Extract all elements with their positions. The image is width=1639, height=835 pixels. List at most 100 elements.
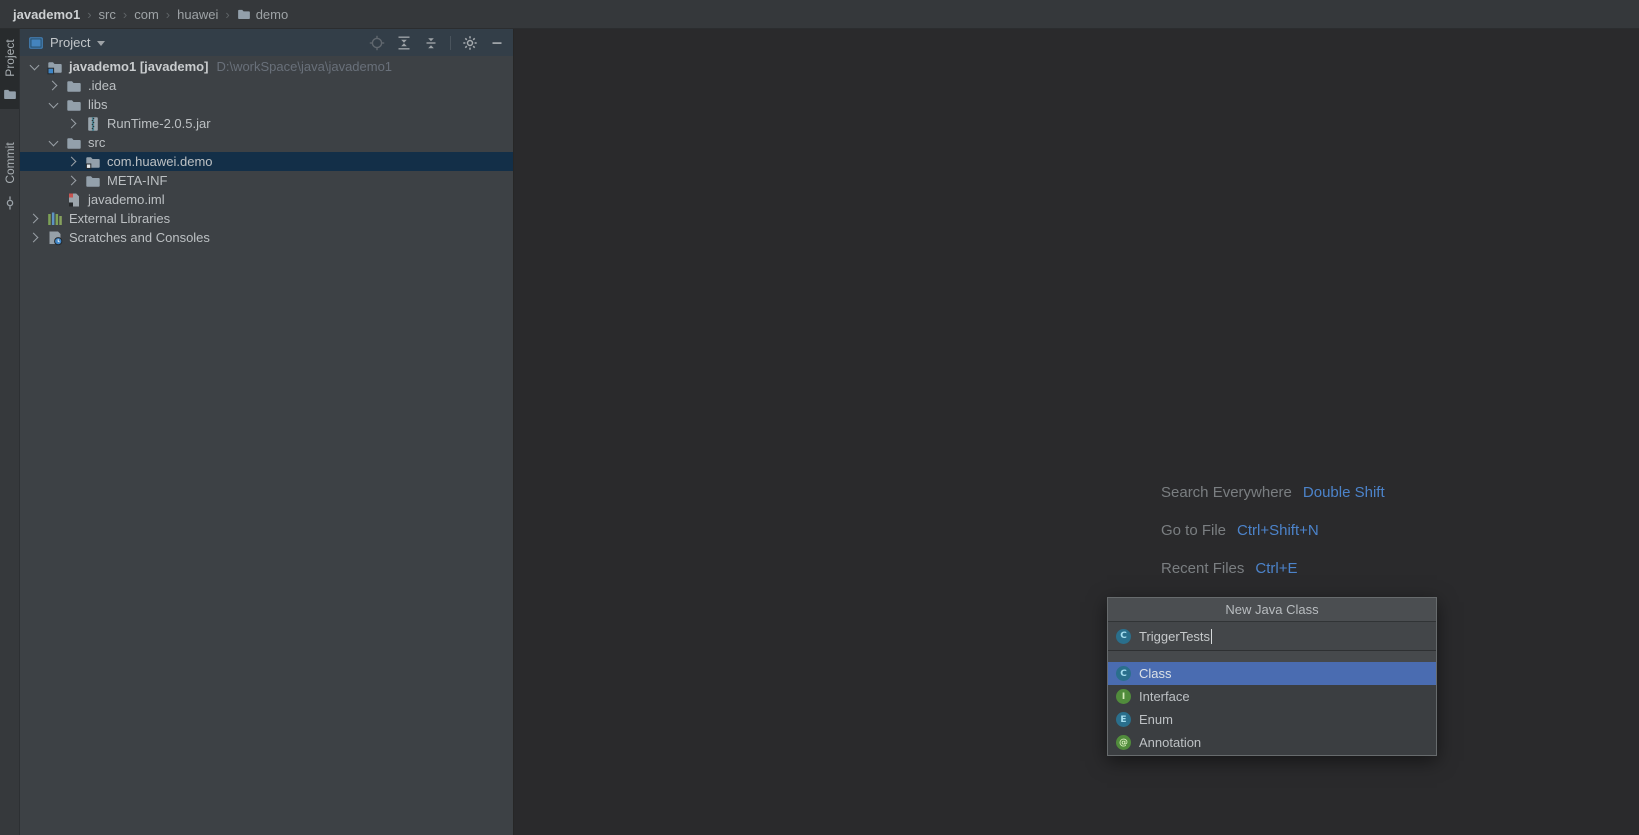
dialog-separator — [1108, 651, 1436, 662]
stripe-tab-commit[interactable]: Commit — [3, 133, 17, 193]
kind-option-annotation[interactable]: @Annotation — [1108, 731, 1436, 754]
class-name-input[interactable]: C TriggerTests — [1108, 622, 1436, 651]
breadcrumb-label: demo — [256, 7, 289, 22]
breadcrumb-label: src — [99, 7, 116, 22]
tree-row-RunTime-2.0.5.jar[interactable]: RunTime-2.0.5.jar — [20, 114, 513, 133]
breadcrumb-item-demo[interactable]: demo — [237, 7, 289, 22]
tree-node-path: D:\workSpace\java\javademo1 — [216, 59, 392, 74]
stripe-tab-project[interactable]: Project — [3, 28, 17, 88]
breadcrumb-separator: › — [123, 7, 127, 22]
shortcut-keystroke: Ctrl+Shift+N — [1237, 522, 1319, 539]
annotation-icon: @ — [1116, 735, 1131, 750]
shortcut-hint: Recent Files Ctrl+E — [1161, 549, 1385, 587]
scratches-icon — [47, 230, 63, 246]
collapse-all-icon-button[interactable] — [423, 35, 439, 51]
class-icon: C — [1116, 629, 1131, 644]
tree-node-label: src — [88, 135, 105, 150]
shortcut-action-label: Go to File — [1161, 522, 1226, 539]
breadcrumb-item-huawei[interactable]: huawei — [177, 7, 218, 22]
breadcrumb: javademo1 › src › com › huawei › demo — [13, 7, 288, 22]
chevron-placeholder — [47, 193, 60, 206]
tree-row-libs[interactable]: libs — [20, 95, 513, 114]
hide-icon-button[interactable] — [489, 35, 505, 51]
libraries-icon — [47, 211, 63, 227]
chevron-right-icon[interactable] — [66, 117, 79, 130]
tree-node-label: com.huawei.demo — [107, 154, 213, 169]
shortcut-keystroke: Double Shift — [1303, 484, 1385, 501]
folder-icon — [85, 173, 101, 189]
expand-all-icon-button[interactable] — [396, 35, 412, 51]
tree-row-META-INF[interactable]: META-INF — [20, 171, 513, 190]
tool-window-stripe: Project Commit — [0, 29, 20, 835]
kind-option-label: Enum — [1139, 712, 1173, 727]
shortcut-action-label: Recent Files — [1161, 560, 1244, 577]
breadcrumb-label: com — [134, 7, 159, 22]
tree-node-label: .idea — [88, 78, 116, 93]
kind-option-class[interactable]: CClass — [1108, 662, 1436, 685]
folder-icon — [237, 7, 251, 21]
project-view-icon — [28, 35, 44, 51]
tree-row-com.huawei.demo[interactable]: com.huawei.demo — [20, 152, 513, 171]
breadcrumb-item-com[interactable]: com — [134, 7, 159, 22]
kind-option-label: Interface — [1139, 689, 1190, 704]
tree-node-label: javademo.iml — [88, 192, 165, 207]
shortcut-hint: Go to File Ctrl+Shift+N — [1161, 511, 1385, 549]
tree-row-Scratches[interactable]: Scratches and Consoles — [20, 228, 513, 247]
locate-icon-button[interactable] — [369, 35, 385, 51]
tree-row-javademo.iml[interactable]: javademo.iml — [20, 190, 513, 209]
project-folder-icon — [47, 59, 63, 75]
class-icon: C — [1116, 666, 1131, 681]
shortcut-keystroke: Ctrl+E — [1255, 560, 1297, 577]
project-panel-header: Project — [20, 29, 513, 56]
folder-icon[interactable] — [3, 87, 17, 101]
iml-icon — [66, 192, 82, 208]
enum-icon: E — [1116, 712, 1131, 727]
breadcrumb-separator: › — [166, 7, 170, 22]
breadcrumb-bar: javademo1 › src › com › huawei › demo — [0, 0, 1639, 29]
breadcrumb-item-src[interactable]: src — [99, 7, 116, 22]
breadcrumb-item-javademo1[interactable]: javademo1 — [13, 7, 80, 22]
jar-icon — [85, 116, 101, 132]
kind-option-enum[interactable]: E Enum — [1108, 708, 1436, 731]
breadcrumb-label: huawei — [177, 7, 218, 22]
text-caret — [1211, 629, 1212, 644]
tree-node-label: Scratches and Consoles — [69, 230, 210, 245]
interface-icon: I — [1116, 689, 1131, 704]
shortcut-hint: Search Everywhere Double Shift — [1161, 473, 1385, 511]
commit-icon[interactable] — [3, 196, 17, 210]
tree-node-label: libs — [88, 97, 108, 112]
panel-header-actions — [358, 35, 505, 51]
ide-window: javademo1 › src › com › huawei › demo Project Co… — [0, 0, 1639, 835]
folder-icon — [66, 78, 82, 94]
tree-node-label: External Libraries — [69, 211, 170, 226]
folder-icon — [66, 135, 82, 151]
kind-option-interface[interactable]: I Interface — [1108, 685, 1436, 708]
chevron-right-icon[interactable] — [28, 212, 41, 225]
chevron-down-icon[interactable] — [28, 60, 41, 73]
settings-icon-button[interactable] — [462, 35, 478, 51]
tree-node-label: javademo1 [javademo] — [69, 59, 208, 74]
kind-list: CClass I Interface E Enum @Annotation — [1108, 662, 1436, 755]
project-panel-title[interactable]: Project — [50, 35, 90, 50]
tree-row-.idea[interactable]: .idea — [20, 76, 513, 95]
breadcrumb-separator: › — [225, 7, 229, 22]
chevron-down-icon[interactable] — [97, 41, 105, 46]
chevron-right-icon[interactable] — [66, 174, 79, 187]
dialog-title: New Java Class — [1108, 598, 1436, 622]
tree-row-src[interactable]: src — [20, 133, 513, 152]
project-tool-window: Project javademo1 [javademo] D:\workSpace… — [20, 29, 514, 835]
new-java-class-dialog: New Java Class C TriggerTests CClass I Int… — [1107, 597, 1437, 756]
tree-node-label: META-INF — [107, 173, 167, 188]
breadcrumb-separator: › — [87, 7, 91, 22]
editor-shortcut-hints: Search Everywhere Double Shift Go to File C… — [1161, 473, 1385, 587]
chevron-down-icon[interactable] — [47, 98, 60, 111]
folder-icon — [66, 97, 82, 113]
chevron-right-icon[interactable] — [47, 79, 60, 92]
shortcut-action-label: Search Everywhere — [1161, 484, 1292, 501]
class-name-value: TriggerTests — [1139, 629, 1210, 644]
chevron-right-icon[interactable] — [28, 231, 41, 244]
tree-row-External[interactable]: External Libraries — [20, 209, 513, 228]
chevron-right-icon[interactable] — [66, 155, 79, 168]
tree-row-javademo1[interactable]: javademo1 [javademo] D:\workSpace\java\ja… — [20, 57, 513, 76]
chevron-down-icon[interactable] — [47, 136, 60, 149]
